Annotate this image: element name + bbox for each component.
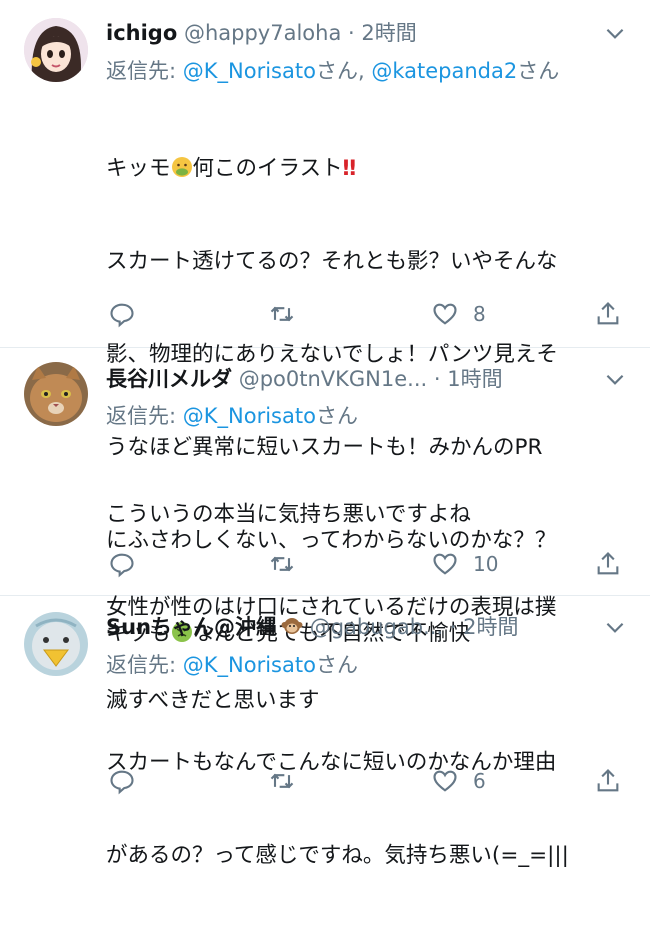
- monkey-emoji-icon: [281, 618, 303, 634]
- tweet-header: ichigo @happy7aloha · 2時間: [106, 16, 590, 50]
- display-name[interactable]: 長谷川メルダ: [106, 367, 232, 391]
- timestamp[interactable]: 2時間: [361, 21, 416, 45]
- reply-icon: [110, 303, 134, 328]
- tweet-text: スカートもなんでこんなに短いのかなんか理由 があるの？って感じですね。気持ち悪い…: [106, 685, 626, 933]
- reply-prefix: 返信先:: [106, 59, 183, 83]
- text-line: こういうの本当に気持ち悪いですよね: [106, 502, 471, 527]
- share-button[interactable]: [594, 548, 622, 580]
- share-button[interactable]: [594, 298, 622, 330]
- text-line: 何このイラスト: [192, 156, 343, 181]
- tweet-header: Sunちゃん@沖縄 @gabugab... · 2時間: [106, 610, 590, 644]
- tweet-actions: 10: [106, 548, 636, 580]
- reply-prefix: 返信先:: [106, 404, 183, 428]
- share-icon: [597, 302, 619, 325]
- share-button[interactable]: [594, 765, 622, 797]
- avatar[interactable]: [24, 362, 88, 426]
- reply-button[interactable]: [108, 765, 136, 797]
- tweet-2[interactable]: 長谷川メルダ @po0tnVKGN1e... · 1時間 返信先: @K_Nor…: [0, 348, 650, 713]
- timestamp[interactable]: 2時間: [463, 615, 518, 639]
- nauseated-face-emoji-icon: [171, 157, 192, 177]
- retweet-icon: [270, 556, 294, 572]
- tweet-1[interactable]: ichigo @happy7aloha · 2時間 返信先: @K_Norisa…: [0, 0, 650, 646]
- separator-dot: ·: [341, 21, 362, 45]
- mention-suffix: さん: [315, 404, 358, 428]
- user-handle[interactable]: @gabugab...: [310, 615, 443, 639]
- reply-context: 返信先: @K_Norisatoさん: [106, 650, 358, 680]
- reply-button[interactable]: [108, 298, 136, 330]
- like-button[interactable]: 8: [431, 298, 486, 330]
- retweet-button[interactable]: [268, 298, 296, 330]
- separator-dot: ·: [443, 615, 464, 639]
- user-handle[interactable]: @po0tnVKGN1e...: [239, 367, 428, 391]
- reply-icon: [110, 770, 134, 795]
- like-button[interactable]: 6: [431, 765, 486, 797]
- retweet-icon: [270, 773, 294, 789]
- reply-context: 返信先: @K_Norisatoさん, @katepanda2さん: [106, 56, 559, 86]
- display-name[interactable]: ichigo: [106, 21, 177, 45]
- reply-icon: [110, 553, 134, 578]
- like-button[interactable]: 10: [431, 548, 498, 580]
- like-count: 6: [473, 769, 486, 793]
- heart-icon: [433, 553, 457, 575]
- reply-prefix: 返信先:: [106, 653, 183, 677]
- heart-icon: [433, 303, 457, 325]
- mention-link[interactable]: @K_Norisato: [183, 59, 316, 83]
- tweet-actions: 6: [106, 765, 636, 797]
- chevron-down-icon[interactable]: [602, 614, 628, 640]
- mention-link[interactable]: @K_Norisato: [183, 653, 316, 677]
- tweet-header: 長谷川メルダ @po0tnVKGN1e... · 1時間: [106, 362, 590, 396]
- tweet-actions: 8: [106, 298, 636, 330]
- avatar[interactable]: [24, 18, 88, 82]
- text-line: キッモ: [106, 156, 171, 181]
- mention-separator: さん,: [315, 59, 372, 83]
- avatar-bird-image: [24, 612, 88, 676]
- avatar-cat-image: [24, 362, 88, 426]
- text-line: スカート透けてるの？それとも影？いやそんな: [106, 249, 558, 274]
- heart-icon: [433, 770, 457, 792]
- mention-suffix: さん: [517, 59, 560, 83]
- share-icon: [597, 769, 619, 792]
- double-exclamation-emoji: ‼: [342, 156, 357, 181]
- separator-dot: ·: [427, 367, 448, 391]
- like-count: 10: [473, 552, 499, 576]
- display-name[interactable]: Sunちゃん@沖縄: [106, 615, 277, 639]
- mention-link[interactable]: @katepanda2: [371, 59, 517, 83]
- chevron-down-icon[interactable]: [602, 366, 628, 392]
- avatar[interactable]: [24, 612, 88, 676]
- retweet-button[interactable]: [268, 548, 296, 580]
- reply-context: 返信先: @K_Norisatoさん: [106, 401, 358, 431]
- retweet-icon: [270, 306, 294, 322]
- avatar-anime-girl-image: [24, 18, 88, 82]
- reply-button[interactable]: [108, 548, 136, 580]
- like-count: 8: [473, 302, 486, 326]
- text-line: があるの？って感じですね。気持ち悪い(=_=|||: [106, 843, 569, 868]
- retweet-button[interactable]: [268, 765, 296, 797]
- mention-link[interactable]: @K_Norisato: [183, 404, 316, 428]
- chevron-down-icon[interactable]: [602, 20, 628, 46]
- share-icon: [597, 552, 619, 575]
- mention-suffix: さん: [315, 653, 358, 677]
- timestamp[interactable]: 1時間: [447, 367, 502, 391]
- user-handle[interactable]: @happy7aloha: [184, 21, 341, 45]
- tweet-3[interactable]: Sunちゃん@沖縄 @gabugab... · 2時間 返信先: @K_Nori…: [0, 596, 650, 868]
